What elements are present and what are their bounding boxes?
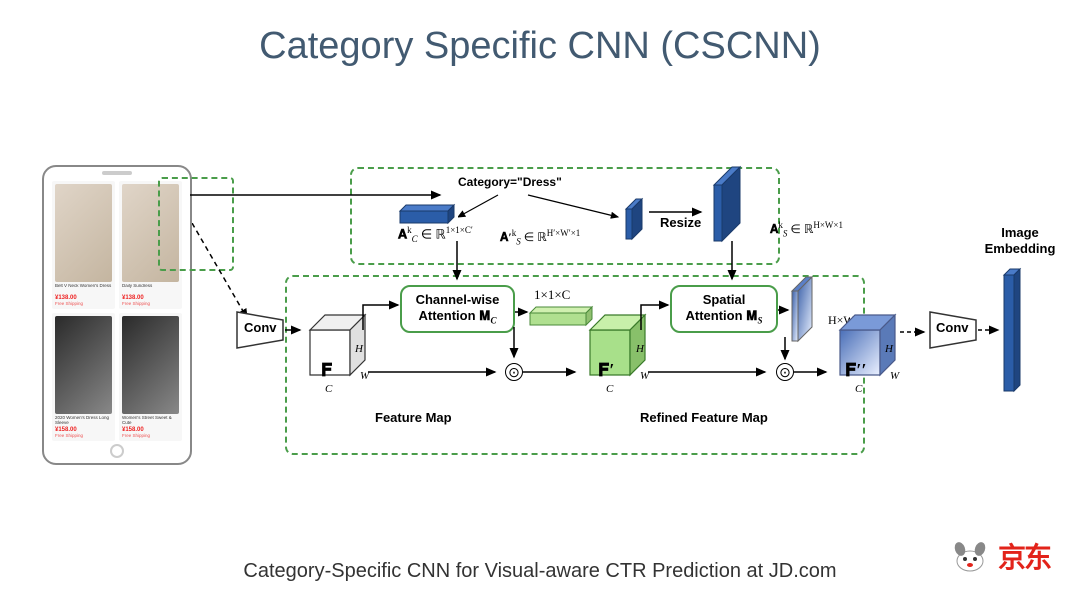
as-tensor — [710, 165, 770, 250]
fp-label: 𝐅′ — [598, 360, 614, 381]
f-label: 𝐅 — [321, 360, 332, 381]
product-card: 2020 Women's Dress Long Sleeve ¥158.00 F… — [52, 313, 115, 441]
joy-mascot-icon — [948, 539, 992, 573]
arrow-image-to-category — [190, 185, 450, 205]
product-ship: Free Shipping — [122, 301, 179, 306]
product-image-icon — [55, 184, 112, 282]
feature-map-label: Feature Map — [375, 410, 452, 425]
product-ship: Free Shipping — [55, 433, 112, 438]
arrow-f-to-mult1 — [368, 365, 503, 379]
embedding-label: Image Embedding — [980, 225, 1060, 256]
product-card: Belt V Neck Women's Dress ¥138.00 Free S… — [52, 181, 115, 309]
arrow-channel-to-bar — [515, 305, 533, 319]
product-ship: Free Shipping — [55, 301, 112, 306]
arrow-fpp-to-conv2 — [900, 325, 930, 339]
channel-attention-box: Channel-wise Attention 𝐌C — [400, 285, 515, 333]
resize-label: Resize — [660, 215, 701, 230]
spatial-attention-box: Spatial Attention 𝐌S — [670, 285, 778, 333]
fpp-c: C — [855, 383, 862, 395]
product-image-icon — [55, 316, 112, 414]
product-ship: Free Shipping — [122, 433, 179, 438]
architecture-diagram: Belt V Neck Women's Dress ¥138.00 Free S… — [0, 165, 1080, 505]
conv2-label: Conv — [936, 320, 969, 335]
arrow-plane-to-mult2 — [778, 337, 792, 365]
fpp-w: W — [890, 370, 899, 382]
elementwise-multiply-1: ⊙ — [505, 363, 523, 381]
channel-attn-sub: C — [490, 315, 496, 325]
dim-11c: 1×1×C — [534, 287, 570, 303]
product-image-icon — [122, 316, 179, 414]
channel-attn-line2: Attention 𝐌 — [419, 308, 491, 323]
f-h: H — [355, 343, 363, 355]
arrow-category-to-tensors — [458, 193, 628, 219]
fp-c: C — [606, 383, 613, 395]
spatial-attn-sub: S — [757, 315, 762, 325]
arrow-spatial-to-plane — [778, 303, 794, 317]
arrow-as-to-spatial — [725, 241, 739, 285]
as-label: 𝐀kS ∈ ℝH×W×1 — [770, 220, 843, 238]
arrow-mult1-to-fp — [523, 365, 583, 379]
product-title: Belt V Neck Women's Dress — [55, 284, 112, 294]
conv1-label: Conv — [244, 320, 277, 335]
arrow-ac-to-channel — [450, 241, 464, 285]
arrow-image-to-conv — [192, 223, 252, 323]
product-title: Women's Street Sweet & Cute — [122, 416, 179, 426]
product-title: Daily Sundress — [122, 284, 179, 294]
f-c: C — [325, 383, 332, 395]
category-label: Category="Dress" — [458, 175, 562, 189]
product-card: Women's Street Sweet & Cute ¥158.00 Free… — [119, 313, 182, 441]
phone-mockup: Belt V Neck Women's Dress ¥138.00 Free S… — [42, 165, 192, 465]
elementwise-multiply-2: ⊙ — [776, 363, 794, 381]
slide-caption: Category-Specific CNN for Visual-aware C… — [0, 560, 1080, 583]
arrow-fp-to-mult2 — [648, 365, 773, 379]
arrow-bar-to-mult1 — [507, 327, 521, 363]
fpp-label: 𝐅′′ — [845, 360, 867, 381]
image-embedding-vector — [1000, 265, 1030, 400]
spatial-attn-line1: Spatial — [672, 292, 776, 308]
spatial-attn-line2: Attention 𝐌 — [686, 308, 758, 323]
jd-logo: 京东 — [948, 536, 1050, 576]
fpp-h: H — [885, 343, 893, 355]
fp-h: H — [636, 343, 644, 355]
slide-title: Category Specific CNN (CSCNN) — [0, 0, 1080, 68]
channel-attn-line1: Channel-wise — [402, 292, 513, 308]
arrow-mult2-to-fpp — [794, 365, 834, 379]
refined-map-label: Refined Feature Map — [640, 410, 768, 425]
as-prime-label: 𝐀′kS ∈ ℝH′×W′×1 — [500, 228, 580, 246]
jd-logo-text: 京东 — [998, 536, 1050, 576]
product-title: 2020 Women's Dress Long Sleeve — [55, 416, 112, 426]
